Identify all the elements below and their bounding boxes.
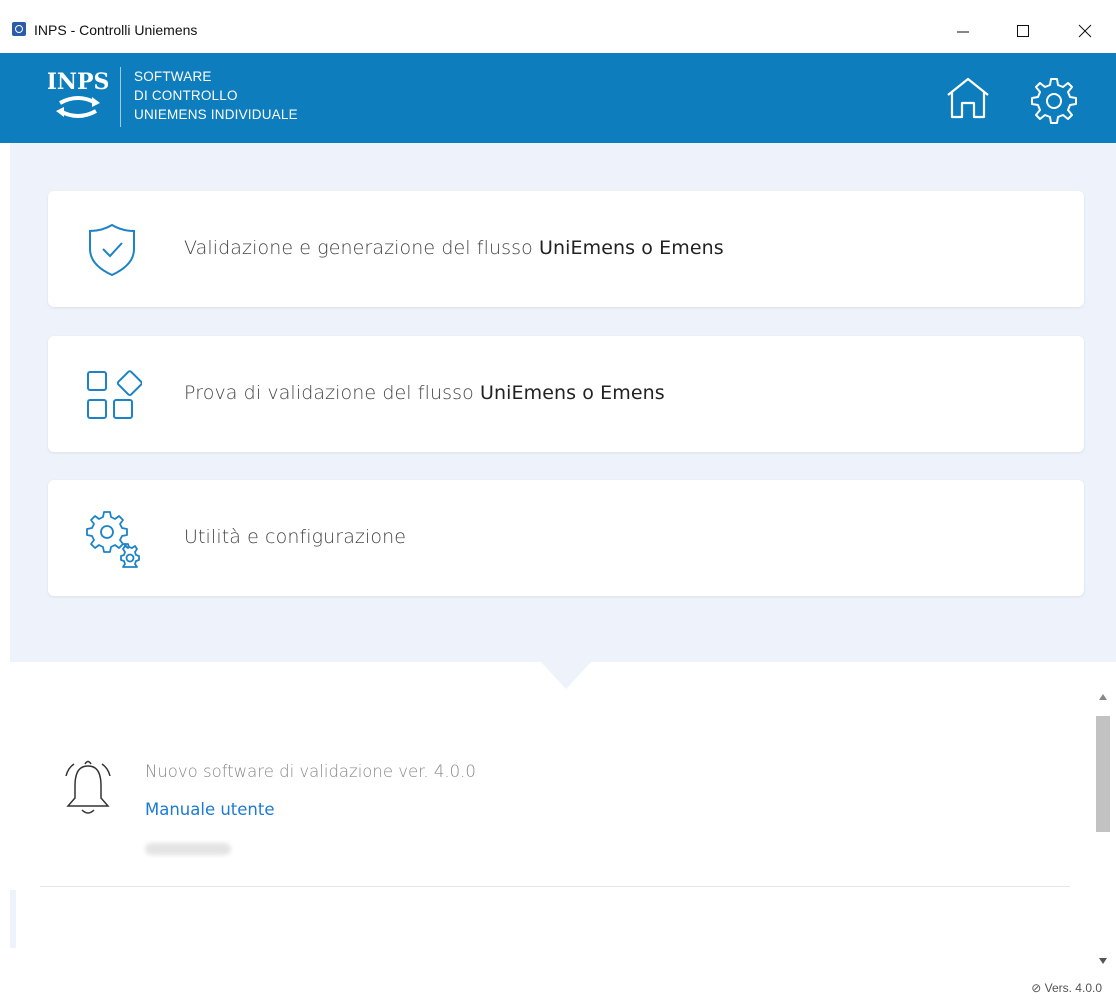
menu-card-prova[interactable]: Prova di validazione del flusso UniEmens… (48, 336, 1084, 452)
settings-button[interactable] (1028, 73, 1080, 125)
menu-card-validazione[interactable]: Validazione e generazione del flusso Uni… (48, 191, 1084, 307)
menu-card-label-regular: Validazione e generazione del flusso (184, 237, 539, 259)
notification-title: Nuovo software di validazione ver. 4.0.0 (145, 762, 476, 781)
menu-card-utilita[interactable]: Utilità e configurazione (48, 480, 1084, 596)
logo-text-line: UNIEMENS INDIVIDUALE (134, 107, 298, 122)
left-accent (10, 890, 16, 948)
app-icon (12, 22, 26, 36)
menu-card-label-regular: Prova di validazione del flusso (184, 382, 480, 404)
minimize-button[interactable] (940, 14, 986, 48)
gears-icon (86, 511, 140, 568)
close-button[interactable] (1062, 14, 1108, 48)
logo-mark: INPS (48, 69, 108, 95)
menu-card-label: Prova di validazione del flusso UniEmens… (184, 382, 665, 404)
maximize-button[interactable] (1000, 14, 1046, 48)
menu-card-label: Utilità e configurazione (184, 526, 406, 548)
window-titlebar: INPS - Controlli Uniemens (0, 0, 1116, 53)
menu-card-label: Validazione e generazione del flusso Uni… (184, 237, 724, 259)
vertical-scrollbar[interactable] (1094, 688, 1112, 970)
user-manual-link[interactable]: Manuale utente (145, 800, 275, 819)
maximize-icon (1017, 25, 1029, 37)
gear-icon (1031, 78, 1077, 124)
notifications-panel (10, 662, 1090, 1001)
version-text: Vers. 4.0.0 (1044, 981, 1102, 995)
menu-card-label-strong: UniEmens o Emens (538, 237, 724, 259)
window-title: INPS - Controlli Uniemens (34, 22, 198, 38)
logo-text: SOFTWARE DI CONTROLLO UNIEMENS INDIVIDUA… (134, 67, 298, 124)
menu-card-label-regular: Utilità e configurazione (184, 526, 407, 548)
version-icon: ⊘ (1031, 981, 1045, 995)
close-icon (1078, 24, 1092, 38)
left-edge (0, 143, 10, 1001)
notification-divider (40, 886, 1070, 887)
arrow-up-icon (1099, 694, 1107, 700)
panel-pointer (540, 661, 592, 689)
arrow-down-icon (1099, 958, 1107, 964)
minimize-icon (957, 31, 969, 33)
menu-card-label-strong: UniEmens o Emens (479, 382, 665, 404)
scroll-down-button[interactable] (1094, 952, 1112, 970)
logo-text-line: DI CONTROLLO (134, 88, 238, 103)
scroll-thumb[interactable] (1096, 716, 1110, 832)
logo-text-line: SOFTWARE (134, 69, 212, 84)
logo-divider (120, 67, 121, 127)
app-header: INPS SOFTWARE DI CONTROLLO UNIEMENS INDI… (0, 53, 1116, 143)
home-button[interactable] (942, 73, 994, 125)
apps-grid-icon (87, 370, 142, 419)
scroll-up-button[interactable] (1094, 688, 1112, 706)
inps-logo: INPS (48, 69, 108, 118)
home-icon (947, 77, 989, 119)
shield-check-icon (89, 223, 135, 277)
notification-blurred-text (145, 843, 231, 855)
version-label: ⊘ Vers. 4.0.0 (1031, 981, 1102, 995)
bell-icon (65, 760, 111, 814)
